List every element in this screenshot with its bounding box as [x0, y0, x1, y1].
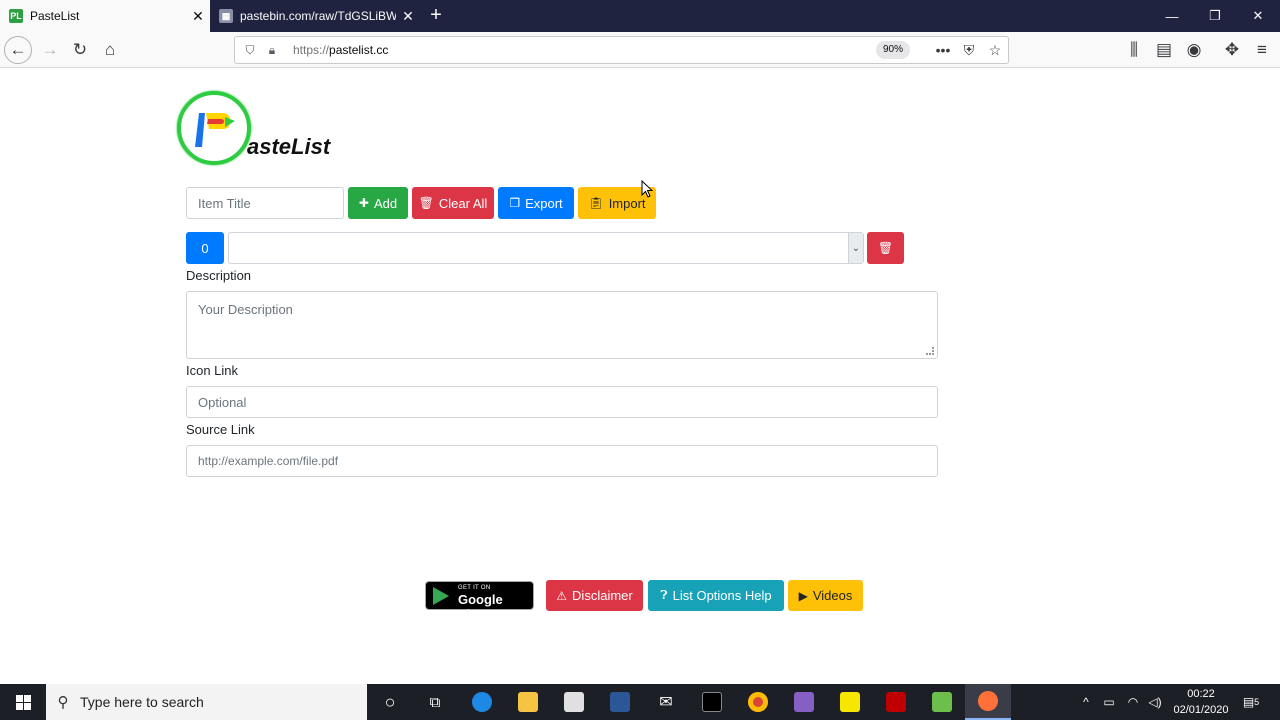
terminal-icon[interactable] — [689, 684, 735, 720]
description-textarea[interactable]: Your Description — [186, 291, 938, 359]
windows-taskbar: ⚲ Type here to search ○ ⧉ ✉ ^ ▭ ◠ ◁) 00:… — [0, 684, 1280, 720]
restore-icon[interactable]: ❐ — [1193, 0, 1237, 32]
cortana-icon[interactable]: ○ — [367, 684, 413, 720]
extensions-icon[interactable]: ✥ — [1218, 36, 1246, 64]
window-close-icon[interactable]: ✕ — [1236, 0, 1280, 32]
copy-icon: ❐ — [509, 196, 521, 210]
pastelist-favicon-icon: PL — [9, 9, 23, 23]
youtube-icon: ▶ — [798, 588, 808, 603]
icon-link-label: Icon Link — [186, 363, 239, 378]
filezilla-icon[interactable] — [873, 684, 919, 720]
browser-tab-bar: PL PasteList ✕ ▦ pastebin.com/raw/TdGSLi… — [0, 0, 1280, 32]
pocket-icon[interactable]: ⛨ — [956, 42, 982, 59]
tab-title: PasteList — [30, 9, 80, 23]
list-options-help-button[interactable]: ❓︎ List Options Help — [648, 580, 784, 611]
videos-button[interactable]: ▶ Videos — [788, 580, 863, 611]
mouse-cursor-icon — [641, 180, 653, 198]
google-play-badge[interactable]: GET IT ON Google Play — [425, 581, 534, 622]
warning-icon: ⚠ — [556, 588, 568, 603]
clear-all-button[interactable]: 🗑︎ Clear All — [412, 187, 494, 219]
back-arrow-icon[interactable]: ← — [4, 36, 32, 64]
question-circle-icon: ❓︎ — [660, 588, 668, 602]
disclaimer-button[interactable]: ⚠ Disclaimer — [546, 580, 643, 611]
item-count-badge: 0 — [186, 232, 224, 264]
wifi-icon[interactable]: ◠ — [1122, 684, 1144, 720]
tab-pastelist[interactable]: PL PasteList ✕ — [0, 0, 210, 32]
plus-icon: ✚ — [358, 196, 369, 210]
add-button[interactable]: ✚ Add — [348, 187, 408, 219]
firefox-icon[interactable] — [965, 684, 1011, 720]
new-tab-button[interactable]: + — [425, 4, 447, 26]
tab-title: pastebin.com/raw/TdGSLiBW — [240, 9, 396, 23]
page-actions-icon[interactable]: ••• — [930, 42, 956, 58]
forward-arrow-icon[interactable]: → — [36, 36, 64, 64]
trash-icon: 🗑︎ — [418, 196, 434, 210]
notifications-icon[interactable]: ▤ 5 — [1240, 684, 1262, 720]
store-icon[interactable] — [551, 684, 597, 720]
minimize-icon[interactable]: — — [1150, 0, 1194, 32]
tab-close-icon[interactable]: ✕ — [186, 8, 210, 25]
description-placeholder: Your Description — [198, 302, 293, 317]
description-label: Description — [186, 268, 252, 283]
edge-icon[interactable] — [459, 684, 505, 720]
clock[interactable]: 00:22 02/01/2020 — [1163, 686, 1239, 718]
lock-icon[interactable]: 🔒︎ — [265, 43, 279, 57]
home-icon[interactable]: ⌂ — [96, 36, 124, 64]
url-bar[interactable]: ⛉ 🔒︎ https://pastelist.cc 90% ••• ⛨ ☆ — [234, 36, 1009, 64]
delete-item-button[interactable]: 🗑︎ — [867, 232, 904, 264]
windows-logo-icon — [15, 694, 31, 710]
sidebar-icon[interactable]: ▤ — [1150, 36, 1178, 64]
browser-nav-bar: ← → ↻ ⌂ ⛉ 🔒︎ https://pastelist.cc 90% ••… — [0, 32, 1280, 68]
chrome-icon[interactable] — [735, 684, 781, 720]
start-button[interactable] — [0, 684, 46, 720]
resize-handle-icon[interactable] — [926, 347, 934, 355]
logo-text: asteList — [247, 134, 331, 159]
task-view-icon[interactable]: ⧉ — [412, 684, 458, 720]
page-favicon-icon: ▦ — [219, 9, 233, 23]
bookmark-star-icon[interactable]: ☆ — [982, 42, 1008, 59]
pastelist-logo[interactable]: asteList — [175, 90, 345, 166]
file-explorer-icon[interactable] — [505, 684, 551, 720]
chevron-down-icon: ⌄ — [848, 233, 863, 263]
menu-icon[interactable]: ≡ — [1248, 36, 1276, 64]
paste-icon: 📋︎ — [588, 196, 604, 210]
google-play-icon — [433, 587, 449, 605]
mail-icon[interactable]: ✉ — [643, 684, 689, 720]
shield-icon[interactable]: ⛉ — [243, 43, 257, 57]
taskbar-search-box[interactable]: ⚲ Type here to search — [46, 684, 367, 720]
url-text[interactable]: https://pastelist.cc — [293, 43, 876, 57]
source-link-label: Source Link — [186, 422, 255, 437]
visual-studio-icon[interactable] — [781, 684, 827, 720]
source-link-input[interactable]: http://example.com/file.pdf — [186, 445, 938, 477]
search-icon: ⚲ — [57, 694, 69, 711]
notepad-icon[interactable] — [919, 684, 965, 720]
zoom-level-badge[interactable]: 90% — [876, 41, 910, 59]
tab-pastebin[interactable]: ▦ pastebin.com/raw/TdGSLiBW ✕ — [210, 0, 420, 32]
show-hidden-icons-icon[interactable]: ^ — [1076, 684, 1096, 720]
library-icon[interactable]: ⫼ — [1120, 36, 1148, 64]
account-icon[interactable]: ◉ — [1180, 36, 1208, 64]
sticky-notes-icon[interactable] — [827, 684, 873, 720]
item-title-input[interactable]: Item Title — [186, 187, 344, 219]
tab-close-icon[interactable]: ✕ — [396, 8, 420, 25]
icon-link-input[interactable]: Optional — [186, 386, 938, 418]
trash-icon: 🗑︎ — [877, 241, 894, 255]
logo-circle — [177, 91, 251, 165]
reload-icon[interactable]: ↻ — [66, 36, 94, 64]
app-icon[interactable] — [597, 684, 643, 720]
export-button[interactable]: ❐ Export — [498, 187, 574, 219]
logo-p-icon — [195, 113, 235, 147]
battery-icon[interactable]: ▭ — [1098, 684, 1120, 720]
item-select-dropdown[interactable]: ⌄ — [228, 232, 864, 264]
